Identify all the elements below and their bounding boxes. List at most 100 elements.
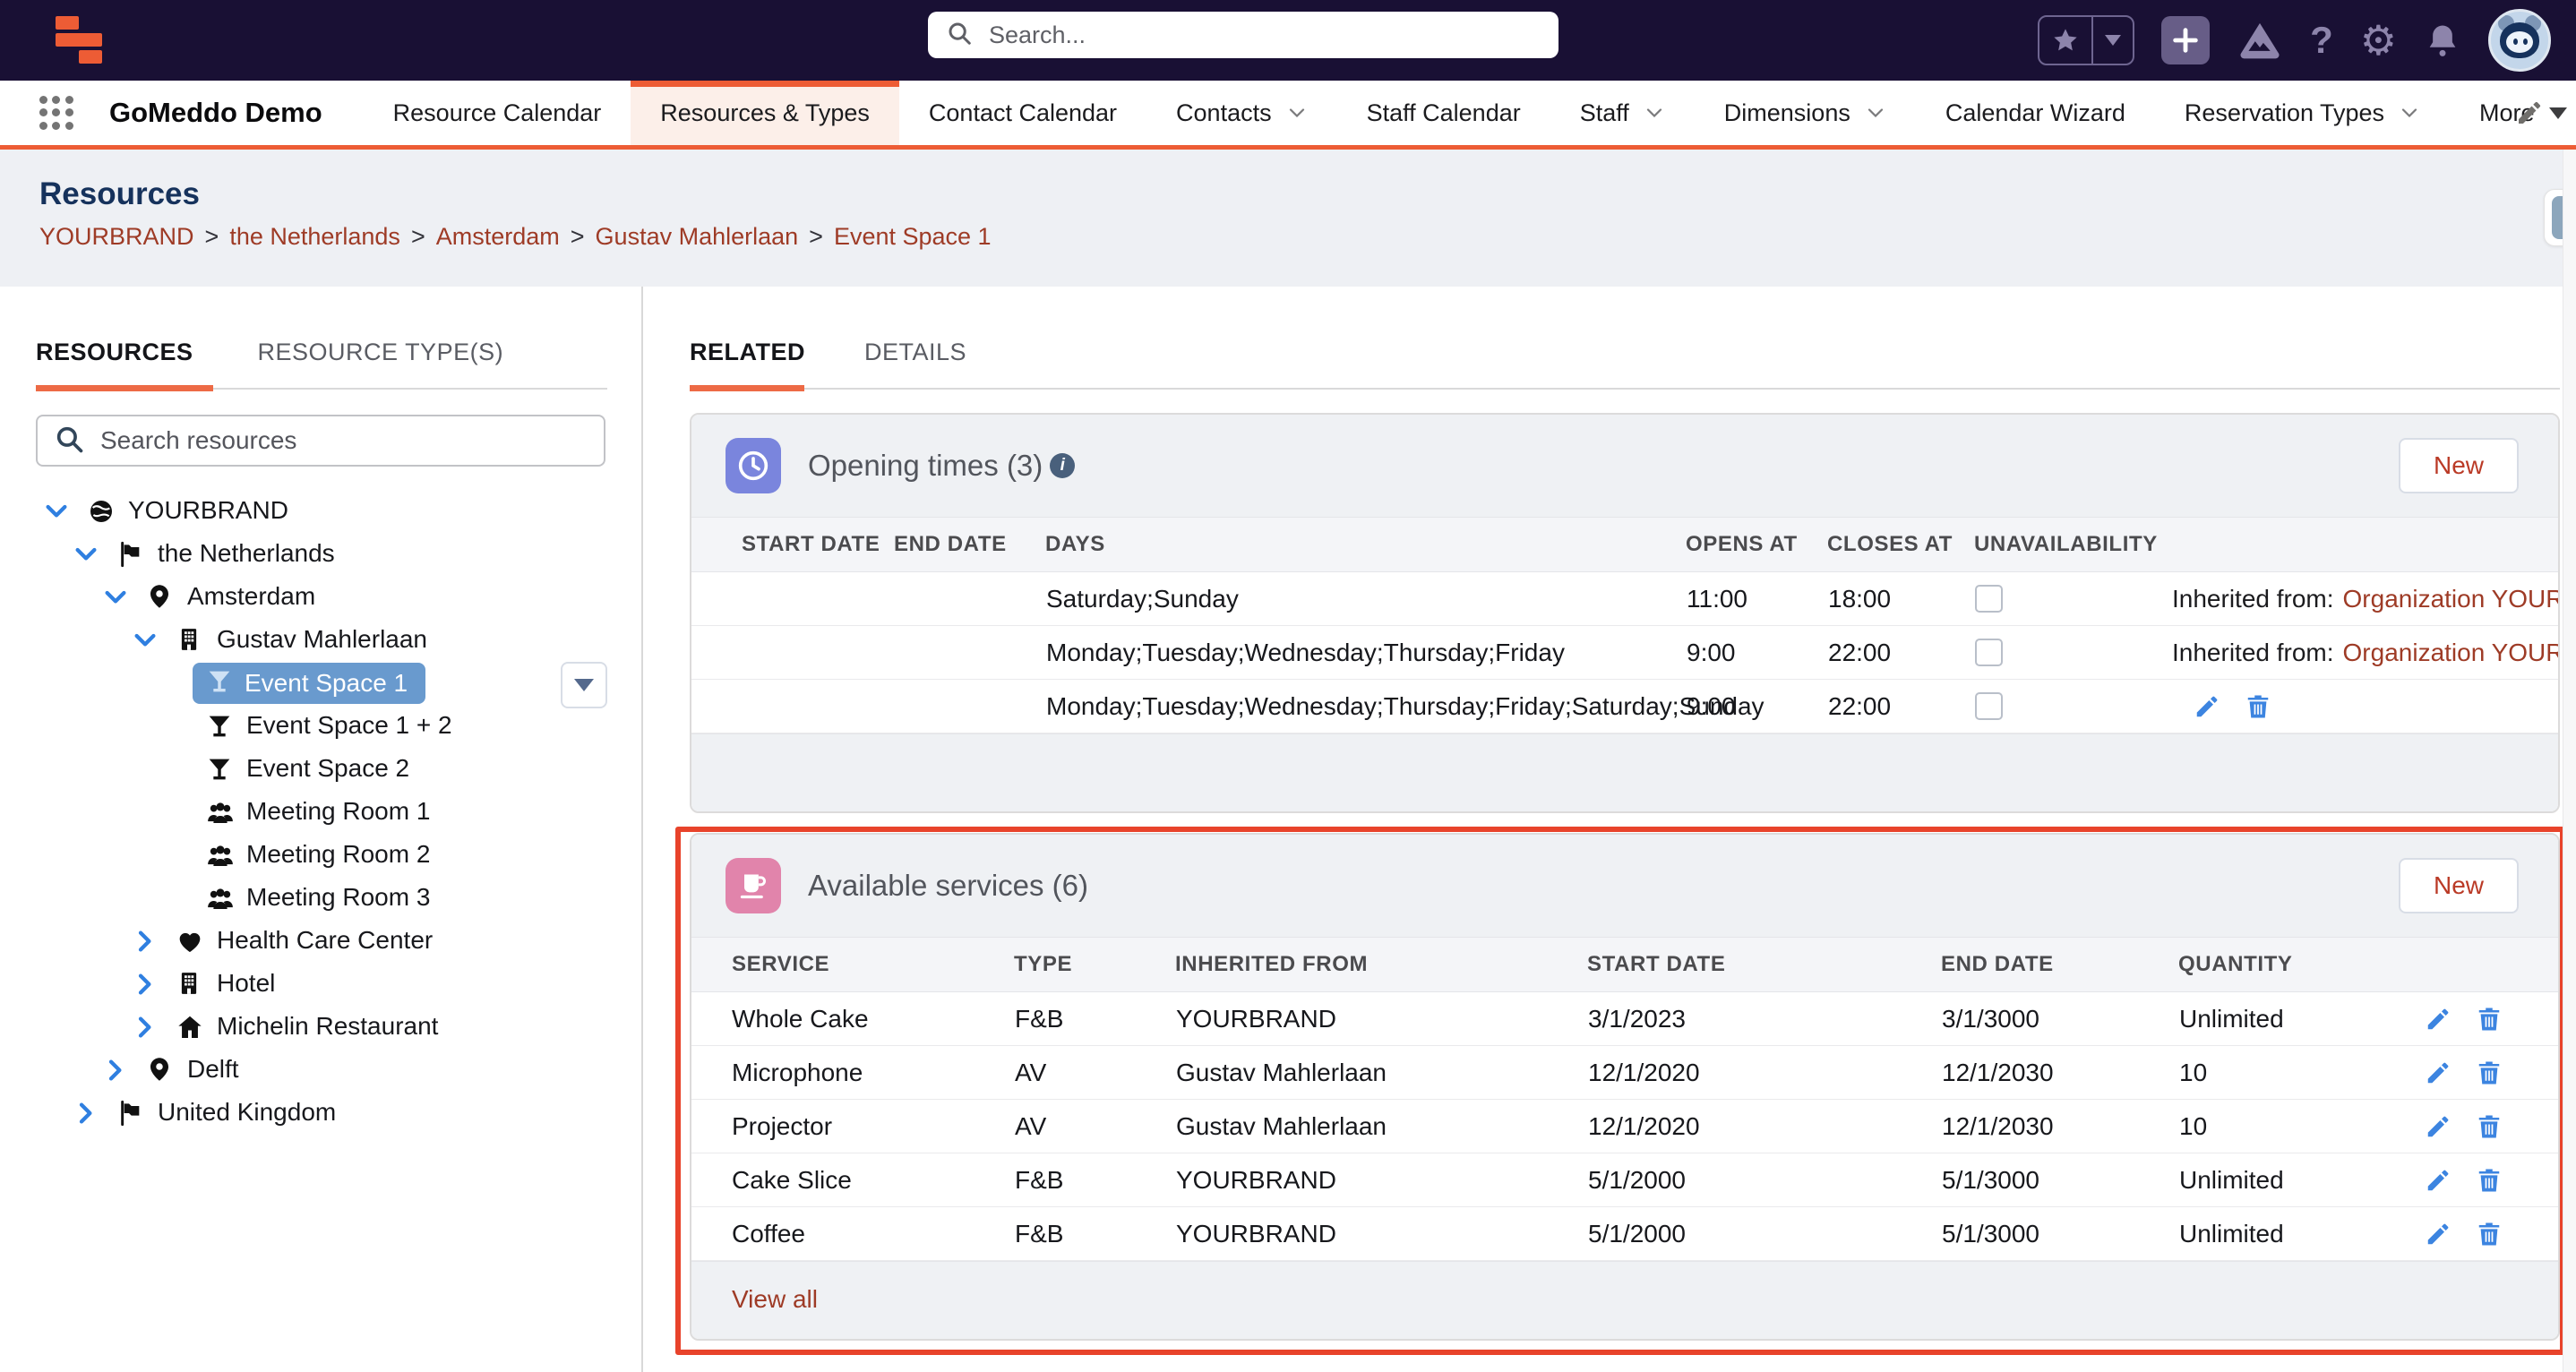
edit-pencil-icon[interactable] — [2421, 1163, 2455, 1197]
available-service-row: ProjectorAVGustav Mahlerlaan12/1/202012/… — [691, 1100, 2558, 1153]
tab-resource-type-s-[interactable]: RESOURCE TYPE(S) — [258, 339, 504, 366]
chevron-down-icon[interactable] — [73, 541, 99, 572]
tab-details[interactable]: DETAILS — [864, 339, 966, 366]
edit-nav-pencil-icon[interactable] — [2515, 99, 2544, 132]
opening-times-row: Monday;Tuesday;Wednesday;Thursday;Friday… — [691, 680, 2558, 733]
chevron-down-icon[interactable] — [132, 627, 159, 658]
favorites-star-icon[interactable] — [2039, 17, 2093, 64]
unavailability-checkbox[interactable] — [1975, 692, 2003, 720]
chevron-right-icon[interactable] — [132, 928, 159, 959]
delete-trash-icon[interactable] — [2473, 1163, 2505, 1197]
tree-item-meeting-room-3[interactable]: Meeting Room 3 — [0, 877, 641, 920]
global-search[interactable] — [928, 12, 1558, 58]
nav-tab-reservation-types[interactable]: Reservation Types — [2155, 81, 2450, 145]
edit-pencil-icon[interactable] — [2421, 1110, 2455, 1144]
cell-unavailability — [1974, 572, 2171, 626]
chevron-right-icon[interactable] — [73, 1100, 99, 1131]
opening-times-new-button[interactable]: New — [2399, 438, 2519, 493]
cocktail-icon — [205, 712, 234, 745]
nav-tab-staff-calendar[interactable]: Staff Calendar — [1337, 81, 1550, 145]
unavailability-checkbox[interactable] — [1975, 585, 2003, 613]
edit-pencil-icon[interactable] — [2421, 1217, 2455, 1251]
tree-item-meeting-room-1[interactable]: Meeting Room 1 — [0, 791, 641, 834]
delete-trash-icon[interactable] — [2242, 690, 2274, 724]
nav-tab-resources-types[interactable]: Resources & Types — [631, 81, 899, 145]
global-search-input[interactable] — [987, 21, 1541, 50]
tab-resources[interactable]: RESOURCES — [36, 339, 193, 366]
tree-item-health-care-center[interactable]: Health Care Center — [0, 920, 641, 963]
tree-item-delft[interactable]: Delft — [0, 1049, 641, 1092]
chevron-down-icon — [1865, 102, 1886, 124]
user-avatar[interactable] — [2488, 9, 2551, 72]
tree-item-united-kingdom[interactable]: United Kingdom — [0, 1092, 641, 1135]
nav-tab-dimensions[interactable]: Dimensions — [1695, 81, 1916, 145]
delete-trash-icon[interactable] — [2473, 1002, 2505, 1036]
setup-gear-icon[interactable]: ⚙ — [2360, 20, 2397, 61]
global-add-icon[interactable] — [2161, 16, 2210, 64]
cell-end-date: 3/1/3000 — [1941, 992, 2178, 1046]
delete-trash-icon[interactable] — [2473, 1056, 2505, 1090]
tree-item-michelin-restaurant[interactable]: Michelin Restaurant — [0, 1006, 641, 1049]
inherited-from-link[interactable]: Organization YOURBRAND — [2343, 639, 2560, 666]
cell-start-date: 12/1/2020 — [1587, 1100, 1941, 1153]
breadcrumb-link[interactable]: Gustav Mahlerlaan — [596, 223, 799, 250]
tree-item-selected[interactable]: Event Space 1 — [193, 663, 425, 704]
favorites-control[interactable] — [2038, 15, 2134, 65]
available-services-new-button[interactable]: New — [2399, 858, 2519, 913]
view-all-link[interactable]: View all — [732, 1285, 818, 1313]
tree-item-event-space-1-2[interactable]: Event Space 1 + 2 — [0, 705, 641, 748]
favorites-caret-icon[interactable] — [2093, 17, 2133, 64]
edit-pencil-icon[interactable] — [2190, 690, 2224, 724]
tree-item-hotel[interactable]: Hotel — [0, 963, 641, 1006]
edit-pencil-icon[interactable] — [2421, 1056, 2455, 1090]
breadcrumb-link[interactable]: the Netherlands — [229, 223, 400, 250]
tree-item-menu-button[interactable] — [561, 662, 607, 708]
opening-times-table: START DATEEND DATEDAYSOPENS ATCLOSES ATU… — [691, 517, 2558, 733]
tab-related[interactable]: RELATED — [690, 339, 805, 366]
tree-item-label: Health Care Center — [217, 926, 433, 955]
tree-item-event-space-2[interactable]: Event Space 2 — [0, 748, 641, 791]
tree-item-label: Meeting Room 3 — [246, 883, 430, 912]
chevron-down-icon[interactable] — [43, 498, 70, 529]
unavailability-checkbox[interactable] — [1975, 639, 2003, 666]
breadcrumb-link[interactable]: YOURBRAND — [39, 223, 194, 250]
trailhead-icon[interactable] — [2237, 17, 2283, 64]
page-title: Resources — [39, 150, 2576, 212]
breadcrumb-link[interactable]: Amsterdam — [436, 223, 560, 250]
tree-item-amsterdam[interactable]: Amsterdam — [0, 576, 641, 619]
available-services-card: Available services (6) New SERVICETYPEIN… — [690, 833, 2560, 1341]
chevron-right-icon[interactable] — [102, 1057, 129, 1088]
chevron-right-icon[interactable] — [132, 1014, 159, 1045]
tree-item-the-netherlands[interactable]: the Netherlands — [0, 533, 641, 576]
building-icon — [176, 626, 202, 657]
column-header-type: TYPE — [1014, 938, 1175, 992]
cell-inherited-from: Gustav Mahlerlaan — [1175, 1100, 1587, 1153]
edit-pencil-icon[interactable] — [2421, 1002, 2455, 1036]
info-icon[interactable]: i — [1050, 453, 1075, 478]
cell-unavailability — [1974, 680, 2171, 733]
tree-item-gustav-mahlerlaan[interactable]: Gustav Mahlerlaan — [0, 619, 641, 662]
nav-tab-contact-calendar[interactable]: Contact Calendar — [899, 81, 1146, 145]
breadcrumb-link[interactable]: Event Space 1 — [834, 223, 992, 250]
resource-search[interactable] — [36, 415, 605, 467]
tree-item-meeting-room-2[interactable]: Meeting Room 2 — [0, 834, 641, 877]
nav-tab-contacts[interactable]: Contacts — [1146, 81, 1337, 145]
help-icon[interactable]: ? — [2310, 19, 2333, 62]
delete-trash-icon[interactable] — [2473, 1110, 2505, 1144]
nav-tab-more[interactable]: More — [2450, 81, 2576, 145]
tree-item-event-space-1[interactable]: Event Space 1 — [0, 662, 641, 705]
delete-trash-icon[interactable] — [2473, 1217, 2505, 1251]
inherited-from-link[interactable]: Organization YOURBRAND — [2343, 585, 2560, 613]
notifications-bell-icon[interactable] — [2424, 21, 2461, 59]
chevron-down-icon[interactable] — [102, 584, 129, 615]
chevron-right-icon[interactable] — [132, 971, 159, 1002]
vertical-scrollbar[interactable] — [2563, 150, 2576, 1372]
tree-item-yourbrand[interactable]: YOURBRAND — [0, 490, 641, 533]
nav-tab-calendar-wizard[interactable]: Calendar Wizard — [1916, 81, 2155, 145]
nav-tab-staff[interactable]: Staff — [1550, 81, 1695, 145]
nav-tab-resource-calendar[interactable]: Resource Calendar — [364, 81, 631, 145]
resource-search-input[interactable] — [99, 425, 588, 456]
active-tab-underline — [36, 385, 213, 391]
app-launcher-icon[interactable] — [39, 96, 73, 130]
cell-inherited-from: Inherited from:Organization YOURBRAND — [2171, 626, 2558, 680]
